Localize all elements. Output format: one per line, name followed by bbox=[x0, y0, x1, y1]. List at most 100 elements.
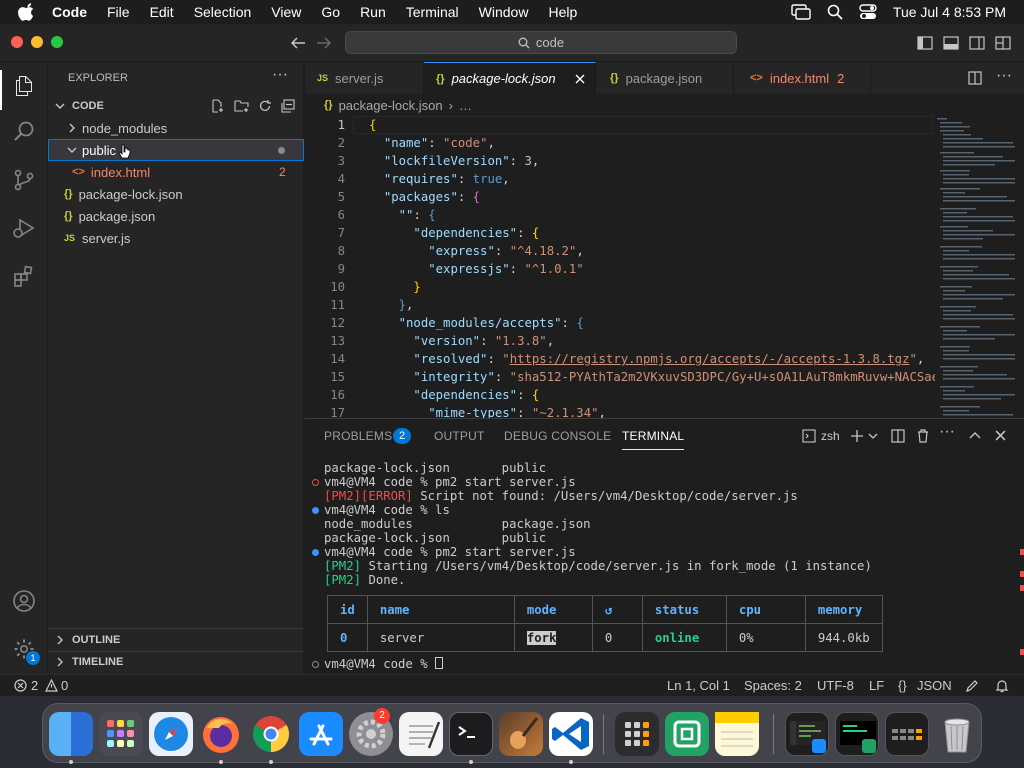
tab-output[interactable]: OUTPUT bbox=[434, 429, 485, 443]
tree-item-label: server.js bbox=[82, 230, 131, 246]
menu-go[interactable]: Go bbox=[321, 4, 340, 20]
warning-triangle-icon[interactable] bbox=[45, 679, 58, 692]
control-center-icon[interactable] bbox=[859, 4, 877, 20]
cursor-position[interactable]: Ln 1, Col 1 bbox=[667, 678, 730, 693]
forward-arrow-icon[interactable] bbox=[316, 36, 332, 50]
toggle-secondary-sidebar-icon[interactable] bbox=[969, 35, 985, 51]
tree-item-server-js[interactable]: JS server.js bbox=[48, 227, 304, 249]
timeline-section-header[interactable]: TIMELINE bbox=[48, 651, 304, 673]
new-folder-icon[interactable] bbox=[234, 99, 250, 113]
finder-icon[interactable] bbox=[49, 712, 93, 756]
breadcrumb-rest[interactable]: … bbox=[459, 98, 472, 113]
tab-package-json[interactable]: {} package.json bbox=[596, 62, 734, 94]
firefox-icon[interactable] bbox=[199, 712, 243, 756]
close-window-button[interactable] bbox=[11, 36, 23, 48]
more-actions-icon[interactable]: ··· bbox=[996, 67, 1012, 85]
refresh-icon[interactable] bbox=[258, 99, 272, 113]
safari-icon[interactable] bbox=[149, 712, 193, 756]
tree-item-public[interactable]: public bbox=[48, 139, 304, 161]
menu-app-name[interactable]: Code bbox=[52, 4, 87, 20]
toggle-primary-sidebar-icon[interactable] bbox=[917, 35, 933, 51]
garageband-icon[interactable] bbox=[499, 712, 543, 756]
tab-package-lock-json[interactable]: {} package-lock.json bbox=[424, 62, 596, 94]
trash-icon[interactable] bbox=[916, 429, 930, 443]
command-center-search[interactable]: code bbox=[345, 31, 737, 54]
screen-mirroring-icon[interactable] bbox=[791, 4, 811, 20]
menu-edit[interactable]: Edit bbox=[150, 4, 174, 20]
textedit-icon[interactable] bbox=[399, 712, 443, 756]
tab-debug-console[interactable]: DEBUG CONSOLE bbox=[504, 429, 611, 443]
more-actions-icon[interactable]: ··· bbox=[939, 423, 955, 441]
toggle-panel-icon[interactable] bbox=[943, 35, 959, 51]
tab-server-js[interactable]: JS server.js bbox=[305, 62, 424, 94]
numbers-icon[interactable] bbox=[665, 712, 709, 756]
collapse-all-icon[interactable] bbox=[281, 99, 295, 113]
folder-header-code[interactable]: CODE bbox=[48, 95, 304, 117]
language-mode[interactable]: JSON bbox=[917, 678, 952, 693]
calculator-icon[interactable] bbox=[615, 712, 659, 756]
line-number: 16 bbox=[330, 388, 345, 402]
tree-item-node-modules[interactable]: node_modules bbox=[48, 117, 304, 139]
tab-terminal[interactable]: TERMINAL bbox=[622, 429, 685, 450]
launchpad-icon[interactable] bbox=[99, 712, 143, 756]
tree-item-index-html[interactable]: <> index.html 2 bbox=[48, 161, 304, 183]
menu-view[interactable]: View bbox=[271, 4, 301, 20]
split-editor-icon[interactable] bbox=[968, 71, 982, 85]
chrome-icon[interactable] bbox=[249, 712, 293, 756]
recent-window-vscode-thumbnail[interactable] bbox=[785, 712, 829, 756]
maximize-window-button[interactable] bbox=[51, 36, 63, 48]
apple-icon[interactable] bbox=[18, 3, 36, 21]
error-circle-icon[interactable] bbox=[14, 679, 27, 692]
minimize-window-button[interactable] bbox=[31, 36, 43, 48]
scrollbar-markers[interactable] bbox=[1020, 549, 1024, 659]
menu-help[interactable]: Help bbox=[548, 4, 577, 20]
notifications-bell-icon[interactable] bbox=[995, 679, 1009, 693]
search-icon[interactable] bbox=[12, 120, 36, 144]
close-icon[interactable] bbox=[575, 74, 585, 84]
spotlight-search-icon[interactable] bbox=[827, 4, 843, 20]
breadcrumb-file[interactable]: package-lock.json bbox=[339, 98, 443, 113]
trash-icon[interactable] bbox=[935, 712, 979, 756]
warning-count[interactable]: 0 bbox=[61, 678, 68, 693]
split-terminal-icon[interactable] bbox=[891, 429, 905, 443]
source-control-icon[interactable] bbox=[12, 168, 36, 192]
indentation[interactable]: Spaces: 2 bbox=[744, 678, 802, 693]
app-store-icon[interactable] bbox=[299, 712, 343, 756]
shell-name[interactable]: zsh bbox=[821, 429, 840, 443]
tree-item-package-json[interactable]: {} package.json bbox=[48, 205, 304, 227]
encoding[interactable]: UTF-8 bbox=[817, 678, 854, 693]
minimap[interactable] bbox=[935, 116, 1015, 418]
tree-item-package-lock-json[interactable]: {} package-lock.json bbox=[48, 183, 304, 205]
terminal-prompt-line[interactable]: vm4@VM4 code % bbox=[324, 657, 444, 671]
maximize-panel-chevron-up-icon[interactable] bbox=[969, 431, 981, 441]
customize-layout-icon[interactable] bbox=[995, 35, 1011, 51]
outline-section-header[interactable]: OUTLINE bbox=[48, 629, 304, 651]
back-arrow-icon[interactable] bbox=[290, 36, 306, 50]
error-count[interactable]: 2 bbox=[31, 678, 38, 693]
code-editor[interactable]: 1 { 2 "name": "code", 3 "lockfileVersion"… bbox=[305, 116, 1024, 418]
chevron-down-icon[interactable] bbox=[868, 432, 878, 440]
recent-window-calculator-thumbnail[interactable] bbox=[885, 712, 929, 756]
run-debug-icon[interactable] bbox=[12, 216, 36, 240]
menu-terminal[interactable]: Terminal bbox=[406, 4, 459, 20]
menu-run[interactable]: Run bbox=[360, 4, 386, 20]
menu-selection[interactable]: Selection bbox=[194, 4, 252, 20]
extensions-icon[interactable] bbox=[12, 264, 36, 288]
explorer-files-icon[interactable] bbox=[12, 74, 36, 98]
notes-icon[interactable] bbox=[715, 712, 759, 756]
vscode-icon[interactable] bbox=[549, 712, 593, 756]
menu-file[interactable]: File bbox=[107, 4, 130, 20]
accounts-icon[interactable] bbox=[12, 589, 36, 613]
new-terminal-plus-icon[interactable] bbox=[850, 429, 864, 443]
tab-problems[interactable]: PROBLEMS bbox=[324, 429, 392, 443]
end-of-line[interactable]: LF bbox=[869, 678, 884, 693]
new-file-icon[interactable] bbox=[210, 99, 224, 113]
menu-window[interactable]: Window bbox=[479, 4, 529, 20]
close-panel-icon[interactable] bbox=[995, 430, 1006, 441]
more-actions-icon[interactable]: ··· bbox=[272, 66, 288, 84]
clock[interactable]: Tue Jul 4 8:53 PM bbox=[893, 4, 1006, 20]
terminal-app-icon[interactable] bbox=[449, 712, 493, 756]
tab-index-html[interactable]: <> index.html 2 bbox=[734, 62, 871, 94]
feedback-icon[interactable] bbox=[965, 679, 979, 693]
recent-window-terminal-thumbnail[interactable] bbox=[835, 712, 879, 756]
